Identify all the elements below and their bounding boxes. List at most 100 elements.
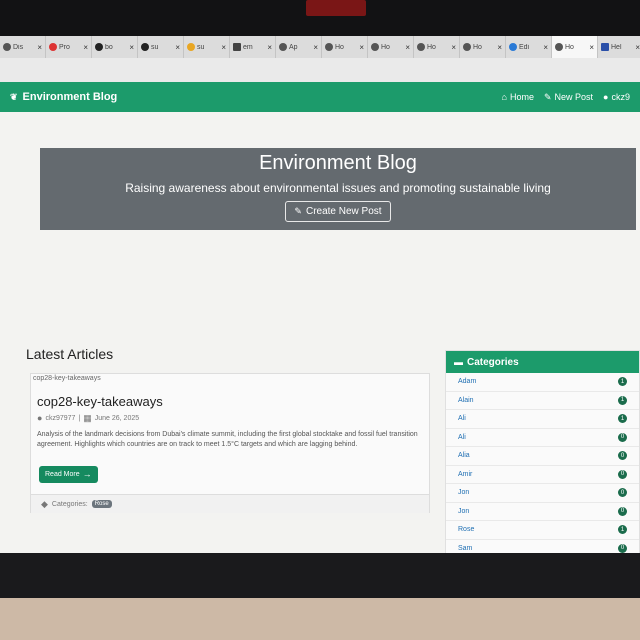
- category-item[interactable]: Jon 0: [446, 484, 639, 503]
- home-icon: ⌂: [501, 91, 507, 102]
- close-icon[interactable]: ×: [313, 43, 318, 52]
- browser-tab[interactable]: su ×: [184, 36, 230, 58]
- close-icon[interactable]: ×: [221, 43, 226, 52]
- category-name: Jon: [458, 507, 470, 515]
- browser-tab[interactable]: Pro ×: [46, 36, 92, 58]
- close-icon[interactable]: ×: [405, 43, 410, 52]
- create-post-button[interactable]: ✎ Create New Post: [285, 201, 391, 222]
- tags-icon: ◆: [41, 498, 48, 509]
- hero-subtitle: Raising awareness about environmental is…: [125, 181, 551, 195]
- article-date: June 26, 2025: [94, 415, 140, 422]
- category-count: 1: [618, 377, 627, 387]
- article-author: ckz97977: [45, 415, 76, 422]
- category-item[interactable]: Rose 1: [446, 521, 639, 540]
- categories-panel: ▬ Categories Adam 1 Alain 1 Ali 1 Ali 0 Alia…: [445, 350, 640, 556]
- close-icon[interactable]: ×: [543, 43, 548, 52]
- close-icon[interactable]: ×: [589, 43, 594, 52]
- browser-tab[interactable]: Ho ×: [414, 36, 460, 58]
- notion-icon: [233, 43, 241, 51]
- globe-icon: [555, 43, 563, 51]
- browser-tab[interactable]: em ×: [230, 36, 276, 58]
- hero-title: Environment Blog: [259, 152, 417, 174]
- user-icon: ●: [603, 91, 609, 102]
- browser-tab-active[interactable]: Ho ×: [552, 36, 598, 58]
- close-icon[interactable]: ×: [451, 43, 456, 52]
- folder-icon: ▬: [454, 356, 463, 367]
- browser-tab[interactable]: Ap ×: [276, 36, 322, 58]
- category-item[interactable]: Adam 1: [446, 373, 639, 392]
- category-badge[interactable]: Rose: [91, 500, 112, 508]
- close-icon[interactable]: ×: [129, 43, 134, 52]
- browser-tab[interactable]: Ho ×: [460, 36, 506, 58]
- leaf-icon: ❦: [10, 91, 18, 102]
- nav-home-link[interactable]: ⌂ Home: [502, 92, 534, 102]
- category-count: 1: [618, 525, 627, 535]
- github-icon: [95, 43, 103, 51]
- category-item[interactable]: Ali 1: [446, 410, 639, 429]
- nav-new-post-label: New Post: [554, 92, 594, 102]
- arrow-right-icon: →: [82, 469, 92, 479]
- browser-tab[interactable]: Edi ×: [506, 36, 552, 58]
- browser-tab[interactable]: bo ×: [92, 36, 138, 58]
- notion-icon: [601, 43, 609, 51]
- brand-label: Environment Blog: [22, 91, 118, 103]
- close-icon[interactable]: ×: [635, 43, 640, 52]
- nav-user-label: ckz9: [611, 92, 630, 102]
- globe-icon: [279, 43, 287, 51]
- close-icon[interactable]: ×: [175, 43, 180, 52]
- category-name: Alain: [458, 396, 474, 404]
- category-name: Jon: [458, 489, 470, 497]
- close-icon[interactable]: ×: [37, 43, 42, 52]
- category-item[interactable]: Amir 0: [446, 466, 639, 484]
- close-icon[interactable]: ×: [497, 43, 502, 52]
- article-title[interactable]: cop28-key-takeaways: [37, 394, 163, 409]
- category-count: 1: [618, 395, 627, 405]
- edit-icon: ✎: [294, 206, 302, 216]
- hero-banner: Environment Blog Raising awareness about…: [40, 148, 636, 230]
- category-name: Alia: [458, 452, 470, 460]
- close-icon[interactable]: ×: [359, 43, 364, 52]
- categories-label: Categories:: [51, 500, 88, 508]
- create-post-label: Create New Post: [305, 206, 382, 217]
- close-icon[interactable]: ×: [83, 43, 88, 52]
- globe-icon: [371, 43, 379, 51]
- browser-tab[interactable]: Hel ×: [598, 36, 640, 58]
- google-icon: [187, 43, 195, 51]
- category-item[interactable]: Jon 0: [446, 503, 639, 521]
- close-icon[interactable]: ×: [267, 43, 272, 52]
- category-item[interactable]: Alia 0: [446, 447, 639, 466]
- nav-home-label: Home: [509, 92, 534, 102]
- category-name: Ali: [458, 433, 466, 441]
- article-description: Analysis of the landmark decisions from …: [37, 431, 418, 448]
- webcam: [306, 0, 366, 16]
- category-item[interactable]: Ali 0: [446, 429, 639, 447]
- github-icon: [141, 43, 149, 51]
- category-item[interactable]: Alain 1: [446, 392, 639, 410]
- globe-icon: [463, 43, 471, 51]
- category-name: Adam: [458, 378, 477, 386]
- globe-icon: [325, 43, 333, 51]
- category-count: 0: [618, 506, 627, 516]
- nav-links: ⌂ Home ✎ New Post ● ckz9: [502, 92, 630, 102]
- brand-link[interactable]: ❦ Environment Blog: [10, 91, 117, 103]
- nav-new-post-link[interactable]: ✎ New Post: [544, 92, 593, 102]
- nav-user-link[interactable]: ● ckz9: [603, 92, 630, 102]
- article-card: cop28-key-takeaways cop28-key-takeaways …: [30, 373, 430, 513]
- categories-heading: Categories: [467, 356, 519, 368]
- browser-tab[interactable]: Ho ×: [368, 36, 414, 58]
- category-count: 0: [618, 432, 627, 442]
- read-more-label: Read More: [45, 471, 80, 478]
- desk-surface: [0, 598, 640, 640]
- meta-separator: |: [78, 415, 81, 422]
- category-name: Amir: [458, 470, 473, 478]
- vscode-icon: [509, 43, 517, 51]
- browser-tab[interactable]: Ho ×: [322, 36, 368, 58]
- browser-tab[interactable]: Dis ×: [0, 36, 46, 58]
- browser-toolbar-area: [0, 58, 640, 82]
- category-count: 0: [618, 543, 627, 553]
- navbar: ❦ Environment Blog ⌂ Home ✎ New Post ● c…: [0, 82, 640, 112]
- read-more-button[interactable]: Read More →: [39, 466, 98, 483]
- browser-tab[interactable]: su ×: [138, 36, 184, 58]
- category-name: Sam: [458, 544, 473, 552]
- opera-icon: [49, 43, 57, 51]
